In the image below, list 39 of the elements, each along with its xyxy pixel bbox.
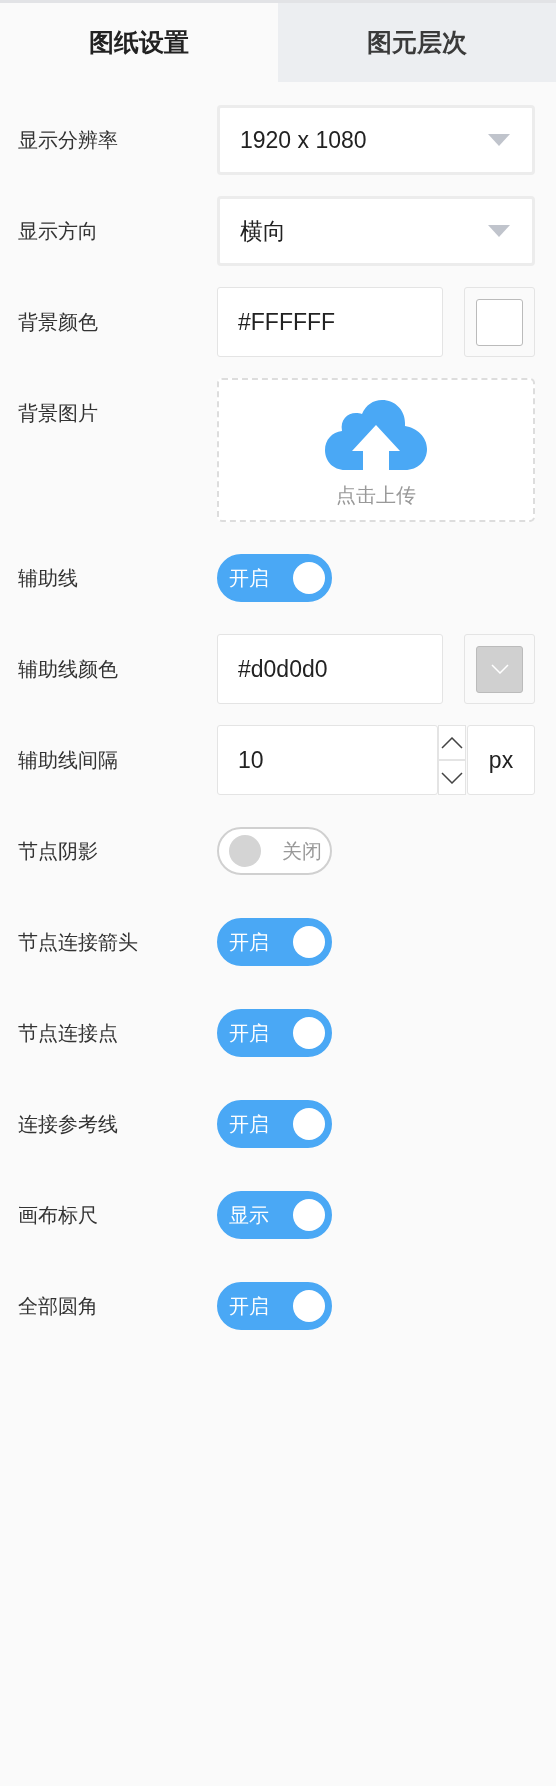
upload-text: 点击上传 <box>336 483 416 508</box>
chevron-down-icon <box>441 771 463 784</box>
number-input[interactable]: 10 <box>217 725 438 795</box>
color-picker[interactable] <box>464 287 535 357</box>
toggle-switch[interactable]: 开启 <box>217 554 332 602</box>
toggle-switch[interactable]: 显示 <box>217 1191 332 1239</box>
unit-label: px <box>467 725 535 795</box>
setting-label: 画布标尺 <box>18 1202 99 1228</box>
setting-label: 节点阴影 <box>18 838 99 864</box>
setting-label: 节点连接箭头 <box>18 929 139 955</box>
cloud-upload-icon <box>325 400 427 470</box>
toggle-switch[interactable]: 开启 <box>217 1009 332 1057</box>
setting-label: 连接参考线 <box>18 1111 119 1137</box>
setting-label: 辅助线 <box>18 565 79 591</box>
toggle-switch[interactable]: 开启 <box>217 1100 332 1148</box>
setting-label: 辅助线颜色 <box>18 656 119 682</box>
caret-icon <box>488 225 510 237</box>
setting-label: 背景图片 <box>18 401 99 426</box>
increment-button[interactable] <box>438 725 466 760</box>
caret-icon <box>488 134 510 146</box>
toggle-switch[interactable]: 关闭 <box>217 827 332 875</box>
toggle-switch[interactable]: 开启 <box>217 1282 332 1330</box>
setting-label: 显示方向 <box>18 218 99 244</box>
setting-label: 背景颜色 <box>18 309 99 335</box>
toggle-switch[interactable]: 开启 <box>217 918 332 966</box>
chevron-down-icon <box>490 664 509 674</box>
dropdown[interactable]: 横向 <box>217 196 535 266</box>
setting-label: 全部圆角 <box>18 1293 99 1319</box>
setting-label: 辅助线间隔 <box>18 747 119 773</box>
color-picker[interactable] <box>464 634 535 704</box>
upload-area[interactable]: 点击上传 <box>217 378 535 522</box>
color-input[interactable]: #FFFFFF <box>217 287 443 357</box>
color-input[interactable]: #d0d0d0 <box>217 634 443 704</box>
dropdown[interactable]: 1920 x 1080 <box>217 105 535 175</box>
decrement-button[interactable] <box>438 760 466 795</box>
setting-label: 节点连接点 <box>18 1020 119 1046</box>
setting-label: 显示分辨率 <box>18 127 119 153</box>
chevron-up-icon <box>441 736 463 749</box>
tab[interactable]: 图元层次 <box>278 3 556 82</box>
